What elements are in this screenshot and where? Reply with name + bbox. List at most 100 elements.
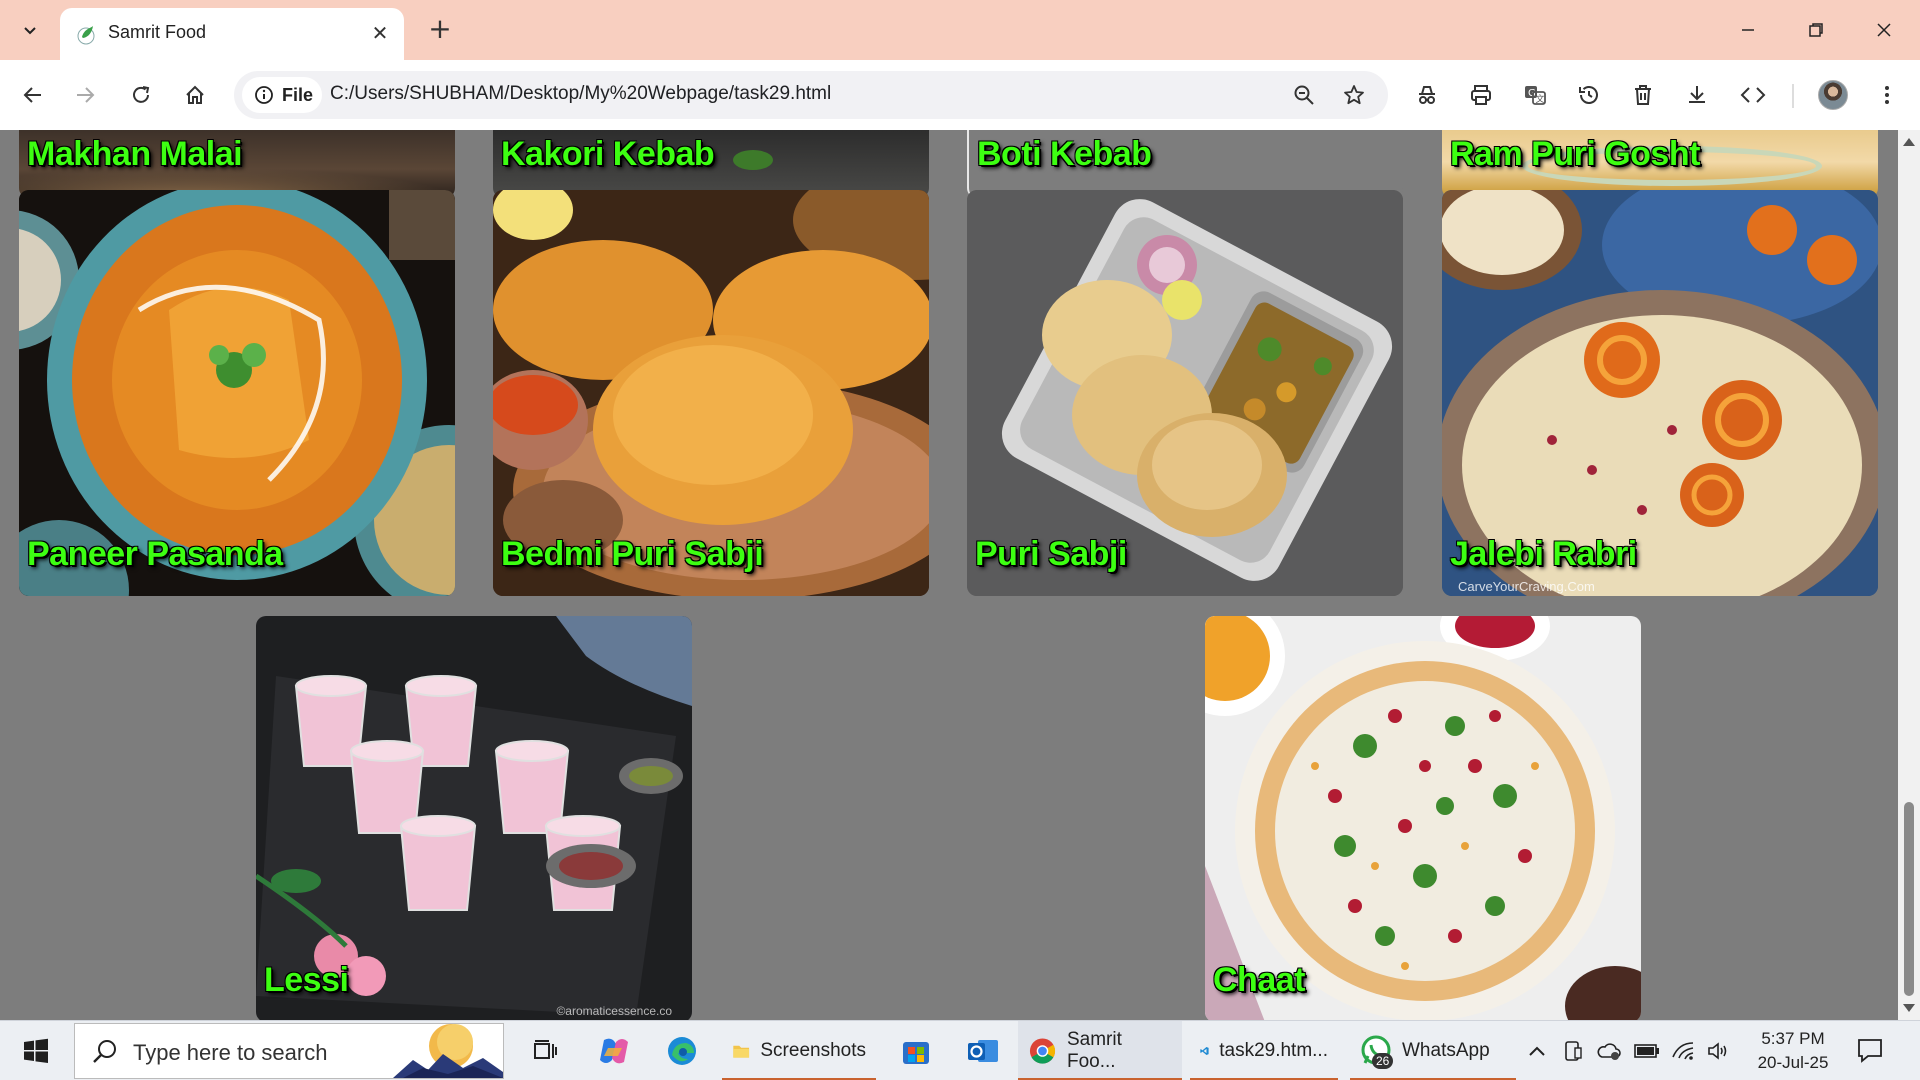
search-highlight-moon-icon <box>393 1024 503 1078</box>
profile-avatar[interactable] <box>1818 80 1848 110</box>
taskbar-app-whatsapp[interactable]: 26 WhatsApp <box>1350 1021 1516 1080</box>
food-card-label: Puri Sabji <box>975 535 1127 573</box>
search-icon <box>93 1040 116 1063</box>
food-card-chaat[interactable]: Chaat <box>1205 616 1641 1020</box>
restore-button[interactable] <box>1796 10 1836 50</box>
downloads-button[interactable] <box>1680 78 1714 112</box>
tablet-icon <box>1565 1041 1582 1061</box>
site-chip-label: File <box>282 84 314 105</box>
show-hidden-icons-button[interactable] <box>1524 1039 1550 1063</box>
food-card-jalebi-rabri[interactable]: Jalebi Rabri CarveYourCraving.Com <box>1442 190 1878 596</box>
microsoft-store-button[interactable] <box>890 1021 942 1080</box>
browser-tab-active[interactable]: Samrit Food ✕ <box>60 8 404 60</box>
translate-button[interactable]: G文 <box>1518 78 1552 112</box>
devtools-button[interactable] <box>1736 78 1770 112</box>
notification-badge: 26 <box>1372 1053 1394 1069</box>
clock-time: 5:37 PM <box>1761 1029 1825 1048</box>
site-info-button[interactable]: File <box>242 77 322 113</box>
edge-icon <box>668 1037 696 1065</box>
outlook-button[interactable] <box>956 1021 1010 1080</box>
chaat-image <box>1205 616 1641 1020</box>
forward-button[interactable] <box>66 76 104 114</box>
food-card-paneer-pasanda[interactable]: Paneer Pasanda <box>19 190 455 596</box>
svg-text:文: 文 <box>1536 93 1545 105</box>
tray-volume-icon[interactable] <box>1706 1039 1732 1063</box>
food-card-makhan-malai[interactable]: Makhan Malai <box>19 130 455 198</box>
battery-icon <box>1634 1044 1659 1058</box>
taskbar-app-samrit-food[interactable]: Samrit Foo... <box>1018 1021 1182 1080</box>
start-button[interactable] <box>14 1033 58 1069</box>
chevron-down-icon <box>24 27 36 35</box>
more-vertical-icon <box>1885 86 1889 104</box>
history-button[interactable] <box>1572 78 1606 112</box>
edge-button[interactable] <box>656 1021 708 1080</box>
close-tab-icon[interactable]: ✕ <box>368 22 392 46</box>
url-text[interactable]: C:/Users/SHUBHAM/Desktop/My%20Webpage/ta… <box>330 83 831 105</box>
copilot-button[interactable] <box>588 1021 640 1080</box>
folder-icon <box>733 1045 750 1058</box>
tray-battery-icon[interactable] <box>1634 1039 1660 1063</box>
back-button[interactable] <box>14 76 52 114</box>
close-icon <box>1877 23 1891 37</box>
task-view-button[interactable] <box>520 1021 570 1080</box>
food-card-puri-sabji[interactable]: Puri Sabji <box>967 190 1403 596</box>
reload-button[interactable] <box>122 76 160 114</box>
arrow-left-icon <box>23 87 41 103</box>
food-card-label: Bedmi Puri Sabji <box>501 535 764 573</box>
food-card-kakori-kebab[interactable]: Kakori Kebab <box>493 130 929 198</box>
home-button[interactable] <box>176 76 214 114</box>
scroll-down-arrow-icon[interactable] <box>1903 1004 1915 1012</box>
scrollbar-thumb[interactable] <box>1904 802 1914 996</box>
copilot-icon <box>600 1038 628 1064</box>
taskbar-clock[interactable]: 5:37 PM 20-Jul-25 <box>1748 1027 1838 1075</box>
delete-button[interactable] <box>1626 78 1660 112</box>
store-icon <box>903 1042 929 1064</box>
tab-strip: Samrit Food ✕ + <box>0 0 1920 60</box>
code-icon <box>1740 87 1766 103</box>
lessi-image <box>256 616 692 1020</box>
menu-button[interactable] <box>1870 78 1904 112</box>
tray-device-icon[interactable] <box>1560 1039 1586 1063</box>
tray-onedrive-icon[interactable] <box>1596 1039 1622 1063</box>
food-card-label: Jalebi Rabri <box>1450 535 1637 573</box>
print-button[interactable] <box>1464 78 1498 112</box>
wifi-icon <box>1672 1042 1694 1060</box>
minimize-icon <box>1742 29 1754 31</box>
outlook-icon <box>968 1040 998 1062</box>
toolbar-divider <box>1792 84 1794 108</box>
windows-logo-icon <box>24 1038 48 1063</box>
taskbar-app-vscode[interactable]: task29.htm... <box>1190 1021 1338 1080</box>
home-icon <box>186 85 204 104</box>
address-bar[interactable]: File C:/Users/SHUBHAM/Desktop/My%20Webpa… <box>234 71 1388 119</box>
food-card-label: Lessi <box>264 961 349 999</box>
food-card-bedmi-puri-sabji[interactable]: Bedmi Puri Sabji <box>493 190 929 596</box>
minimize-button[interactable] <box>1728 10 1768 50</box>
taskbar-app-label: WhatsApp <box>1402 1040 1490 1061</box>
food-card-boti-kebab[interactable]: Boti Kebab <box>967 130 1403 198</box>
task-view-icon <box>534 1040 557 1059</box>
incognito-button[interactable] <box>1410 78 1444 112</box>
tab-search-button[interactable] <box>12 12 48 48</box>
notification-center-button[interactable] <box>1856 1037 1886 1065</box>
star-icon <box>1344 85 1364 105</box>
food-card-label: Paneer Pasanda <box>27 535 283 573</box>
trash-icon <box>1635 85 1651 105</box>
leaf-favicon-icon <box>77 26 95 45</box>
taskbar-search-box[interactable]: Type here to search <box>74 1023 504 1079</box>
bookmark-button[interactable] <box>1340 81 1368 109</box>
scroll-up-arrow-icon[interactable] <box>1903 138 1915 146</box>
food-card-ram-puri-gosht[interactable]: Ram Puri Gosht <box>1442 130 1878 198</box>
food-card-lessi[interactable]: Lessi ©aromaticessence.co <box>256 616 692 1020</box>
download-icon <box>1689 86 1705 103</box>
notification-icon <box>1858 1039 1882 1063</box>
zoom-out-icon <box>1294 85 1314 105</box>
close-window-button[interactable] <box>1864 10 1904 50</box>
new-tab-button[interactable]: + <box>424 14 456 46</box>
info-icon <box>255 86 273 104</box>
image-watermark: CarveYourCraving.Com <box>1458 579 1595 594</box>
tray-wifi-icon[interactable] <box>1670 1039 1696 1063</box>
taskbar-app-label: task29.htm... <box>1219 1040 1328 1061</box>
page-scrollbar[interactable] <box>1898 130 1920 1020</box>
taskbar-app-screenshots[interactable]: Screenshots <box>722 1021 876 1080</box>
zoom-button[interactable] <box>1290 81 1318 109</box>
